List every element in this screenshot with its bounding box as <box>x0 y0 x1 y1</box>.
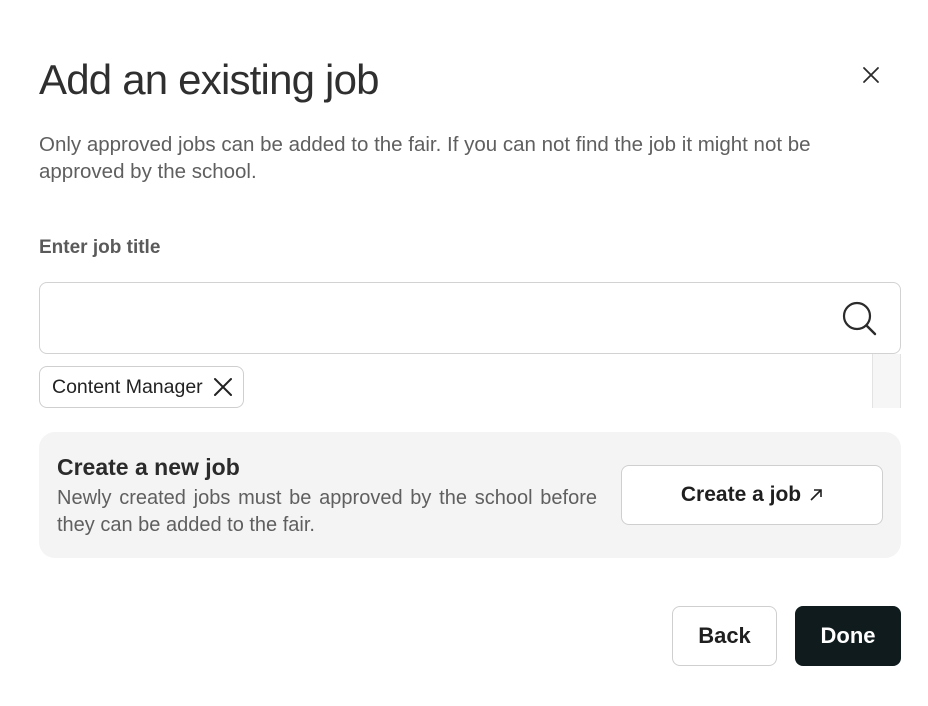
create-job-heading: Create a new job <box>57 454 240 480</box>
create-job-button[interactable]: Create a job <box>621 465 883 525</box>
create-job-description: Newly created jobs must be approved by t… <box>57 487 597 536</box>
create-new-job-card: Create a new job Newly created jobs must… <box>39 432 901 558</box>
search-icon[interactable] <box>841 300 879 338</box>
close-button[interactable] <box>856 60 886 90</box>
remove-job-button[interactable] <box>213 377 233 397</box>
external-link-icon <box>809 488 823 502</box>
job-search-box <box>39 282 901 354</box>
close-icon <box>863 67 879 83</box>
selected-job-chip: Content Manager <box>39 366 244 408</box>
job-title-label: Enter job title <box>39 237 161 258</box>
create-job-button-label: Create a job <box>680 483 802 506</box>
close-icon <box>213 378 232 396</box>
done-button[interactable]: Done <box>795 606 901 666</box>
results-scrollbar[interactable] <box>872 354 901 408</box>
dialog-title: Add an existing job <box>39 56 380 103</box>
dialog-description: Only approved jobs can be added to the f… <box>39 133 811 183</box>
add-existing-job-dialog: Add an existing job Only approved jobs c… <box>0 0 928 706</box>
selected-job-label: Content Manager <box>52 375 203 398</box>
job-title-input[interactable] <box>54 297 824 341</box>
back-button[interactable]: Back <box>672 606 777 666</box>
